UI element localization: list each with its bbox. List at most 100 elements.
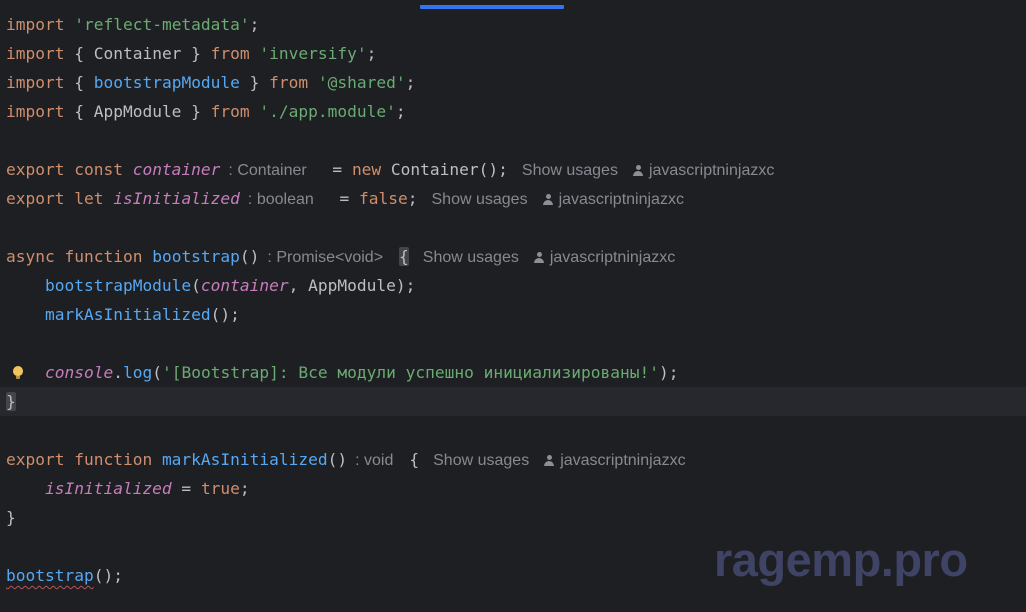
author-name: javascriptninjazxc bbox=[558, 191, 684, 208]
variable-identifier: isInitialized bbox=[44, 479, 172, 498]
user-icon bbox=[632, 165, 644, 176]
code-text: Container(); bbox=[381, 160, 508, 179]
code-line-18[interactable]: } bbox=[0, 503, 1026, 532]
function-identifier: markAsInitialized bbox=[161, 450, 328, 469]
show-usages-link[interactable]: Show usages bbox=[423, 249, 519, 266]
code-text: ; bbox=[239, 479, 250, 498]
variable-identifier: container bbox=[200, 276, 289, 295]
code-text: . bbox=[113, 363, 123, 382]
type-inlay-hint: : Container bbox=[228, 162, 307, 179]
code-text: } bbox=[6, 508, 16, 527]
keyword: async function bbox=[6, 247, 143, 266]
author-hint[interactable]: javascriptninjazxc bbox=[543, 452, 686, 469]
show-usages-link[interactable]: Show usages bbox=[522, 162, 618, 179]
code-line-7[interactable]: export let isInitialized : boolean = fals… bbox=[0, 184, 1026, 213]
code-line-2[interactable]: import { Container } from 'inversify'; bbox=[0, 39, 1026, 68]
matched-brace: } bbox=[6, 392, 16, 411]
type-inlay-hint: : Promise<void> bbox=[267, 249, 384, 266]
code-text: ; bbox=[366, 44, 377, 63]
keyword: new bbox=[351, 160, 382, 179]
code-editor[interactable]: import 'reflect-metadata'; import { Cont… bbox=[0, 0, 1026, 612]
user-icon bbox=[543, 455, 555, 466]
method-call: log bbox=[122, 363, 153, 382]
code-text: ; bbox=[395, 102, 406, 121]
code-text: { Container } bbox=[64, 44, 211, 63]
matched-brace: { bbox=[399, 247, 409, 266]
author-hint[interactable]: javascriptninjazxc bbox=[632, 162, 774, 179]
code-text: (); bbox=[210, 305, 240, 324]
code-line-6[interactable]: export const container: Container = new … bbox=[0, 155, 1026, 184]
keyword: export let bbox=[6, 189, 104, 208]
code-line-14[interactable]: } bbox=[0, 387, 1026, 416]
code-line-17[interactable]: isInitialized = true; bbox=[0, 474, 1026, 503]
code-line-11[interactable]: markAsInitialized(); bbox=[0, 300, 1026, 329]
keyword: from bbox=[210, 44, 250, 63]
code-text: ( bbox=[191, 276, 201, 295]
function-call: bootstrap bbox=[6, 566, 94, 585]
author-name: javascriptninjazxc bbox=[549, 249, 676, 266]
string-literal: '[Bootstrap]: Все модули успешно инициал… bbox=[161, 363, 659, 382]
string-literal: 'reflect-metadata' bbox=[74, 15, 250, 34]
string-literal: 'inversify' bbox=[259, 44, 367, 63]
keyword: from bbox=[210, 102, 250, 121]
code-line-3[interactable]: import { bootstrapModule } from '@shared… bbox=[0, 68, 1026, 97]
code-line-16[interactable]: export function markAsInitialized(): voi… bbox=[0, 445, 1026, 474]
show-usages-link[interactable]: Show usages bbox=[433, 452, 529, 469]
variable-identifier: isInitialized bbox=[113, 189, 240, 208]
code-text: ); bbox=[659, 363, 679, 382]
code-text: { AppModule } bbox=[64, 102, 211, 121]
code-text: } bbox=[239, 73, 270, 92]
code-line-13[interactable]: console.log('[Bootstrap]: Все модули усп… bbox=[0, 358, 1026, 387]
string-literal: '@shared' bbox=[317, 73, 406, 92]
code-text: ; bbox=[249, 15, 260, 34]
keyword: from bbox=[269, 73, 309, 92]
code-text: ; bbox=[407, 189, 418, 208]
keyword: import bbox=[6, 15, 65, 34]
code-text: , AppModule); bbox=[288, 276, 416, 295]
code-line-10[interactable]: bootstrapModule(container, AppModule); bbox=[0, 271, 1026, 300]
user-icon bbox=[533, 252, 545, 263]
function-identifier: bootstrapModule bbox=[93, 73, 240, 92]
keyword: true bbox=[200, 479, 240, 498]
horizontal-scrollbar-thumb[interactable] bbox=[420, 5, 564, 9]
code-text: = bbox=[329, 189, 360, 208]
author-name: javascriptninjazxc bbox=[560, 452, 686, 469]
type-inlay-hint: : void bbox=[355, 452, 394, 469]
code-line-9[interactable]: async function bootstrap() : Promise<void… bbox=[0, 242, 1026, 271]
keyword: export const bbox=[6, 160, 123, 179]
keyword: import bbox=[6, 73, 65, 92]
show-usages-link[interactable]: Show usages bbox=[432, 191, 528, 208]
watermark-logo: ragemp.pro bbox=[714, 533, 968, 586]
keyword: false bbox=[359, 189, 408, 208]
function-call: bootstrapModule bbox=[44, 276, 192, 295]
string-literal: './app.module' bbox=[259, 102, 396, 121]
code-text: () bbox=[239, 247, 260, 266]
keyword: export function bbox=[6, 450, 153, 469]
code-text: ( bbox=[152, 363, 162, 382]
keyword: import bbox=[6, 44, 65, 63]
code-line-4[interactable]: import { AppModule } from './app.module'… bbox=[0, 97, 1026, 126]
author-hint[interactable]: javascriptninjazxc bbox=[542, 191, 684, 208]
code-text: = bbox=[171, 479, 201, 498]
function-call: markAsInitialized bbox=[44, 305, 211, 324]
code-text: (); bbox=[93, 566, 123, 585]
code-text: ; bbox=[405, 73, 416, 92]
function-identifier: bootstrap bbox=[152, 247, 240, 266]
keyword: import bbox=[6, 102, 65, 121]
author-hint[interactable]: javascriptninjazxc bbox=[533, 249, 675, 266]
author-name: javascriptninjazxc bbox=[648, 162, 775, 179]
code-line-1[interactable]: import 'reflect-metadata'; bbox=[0, 10, 1026, 39]
user-icon bbox=[542, 194, 554, 205]
code-text: { bbox=[64, 73, 94, 92]
type-inlay-hint: : boolean bbox=[247, 191, 314, 208]
